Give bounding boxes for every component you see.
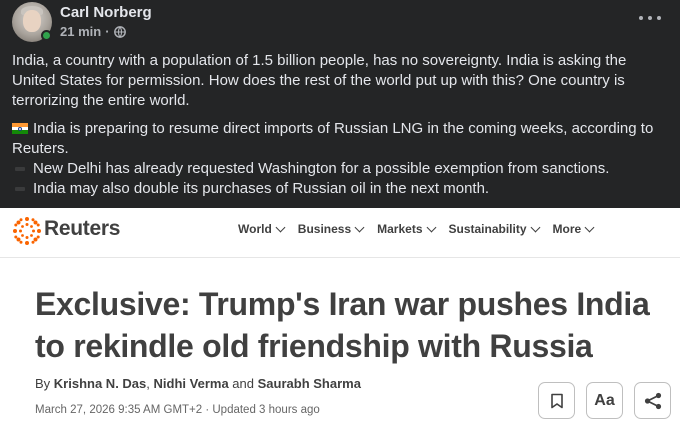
facebook-post: Carl Norberg 21 min · India, a country w… <box>0 0 680 208</box>
bookmark-icon <box>550 393 563 408</box>
avatar-face <box>23 10 41 32</box>
chevron-down-icon <box>530 222 540 232</box>
meta-separator: · <box>105 24 110 39</box>
post-time[interactable]: 21 min <box>60 24 101 39</box>
bullet-item: New Delhi has already requested Washingt… <box>12 159 668 179</box>
globe-icon[interactable] <box>113 25 126 38</box>
author-link[interactable]: Krishna N. Das <box>54 376 146 391</box>
nav-item-world[interactable]: World <box>238 222 286 236</box>
article-headline: Exclusive: Trump's Iran war pushes India… <box>35 286 650 364</box>
post-paragraph-2: India is preparing to resume direct impo… <box>12 119 668 199</box>
reuters-nav-menu: World Business Markets Sustainability Mo… <box>238 222 607 236</box>
text-size-icon: Aa <box>594 391 615 409</box>
more-options-icon[interactable] <box>639 10 661 26</box>
share-icon <box>644 392 661 409</box>
share-button[interactable] <box>634 382 671 419</box>
black-bullet-icon <box>15 187 25 191</box>
post-paragraph-1: India, a country with a population of 1.… <box>12 52 627 109</box>
bullet-text: India may also double its purchases of R… <box>33 180 490 197</box>
chevron-down-icon <box>275 222 286 232</box>
bullet-text: New Delhi has already requested Washingt… <box>33 160 610 177</box>
nav-item-business[interactable]: Business <box>298 222 365 236</box>
chevron-down-icon <box>584 222 595 232</box>
text-size-button[interactable]: Aa <box>586 382 623 419</box>
author-link[interactable]: Saurabh Sharma <box>258 376 361 391</box>
chevron-down-icon <box>426 222 436 232</box>
chevron-down-icon <box>354 222 365 232</box>
nav-item-sustainability[interactable]: Sustainability <box>449 222 540 236</box>
article-dateline: March 27, 2026 9:35 AM GMT+2 · Updated 3… <box>35 404 320 416</box>
india-flag-icon <box>12 123 28 134</box>
author-name[interactable]: Carl Norberg <box>60 4 152 21</box>
reuters-article: Reuters World Business Markets Sustainab… <box>0 208 680 430</box>
article-byline: By Krishna N. Das, Nidhi Verma and Saura… <box>35 376 361 391</box>
bullet-item: India may also double its purchases of R… <box>12 179 668 199</box>
news-summary: India is preparing to resume direct impo… <box>12 120 654 157</box>
reuters-logo-text[interactable]: Reuters <box>44 217 120 241</box>
bookmark-button[interactable] <box>538 382 575 419</box>
black-bullet-icon <box>15 167 25 171</box>
reuters-nav-bar: Reuters World Business Markets Sustainab… <box>0 208 680 258</box>
post-meta: 21 min · <box>60 24 126 39</box>
online-status-dot <box>41 30 52 41</box>
reuters-logo-icon[interactable] <box>12 216 42 246</box>
author-link[interactable]: Nidhi Verma <box>154 376 229 391</box>
nav-item-markets[interactable]: Markets <box>377 222 436 236</box>
nav-item-more[interactable]: More <box>553 222 595 236</box>
